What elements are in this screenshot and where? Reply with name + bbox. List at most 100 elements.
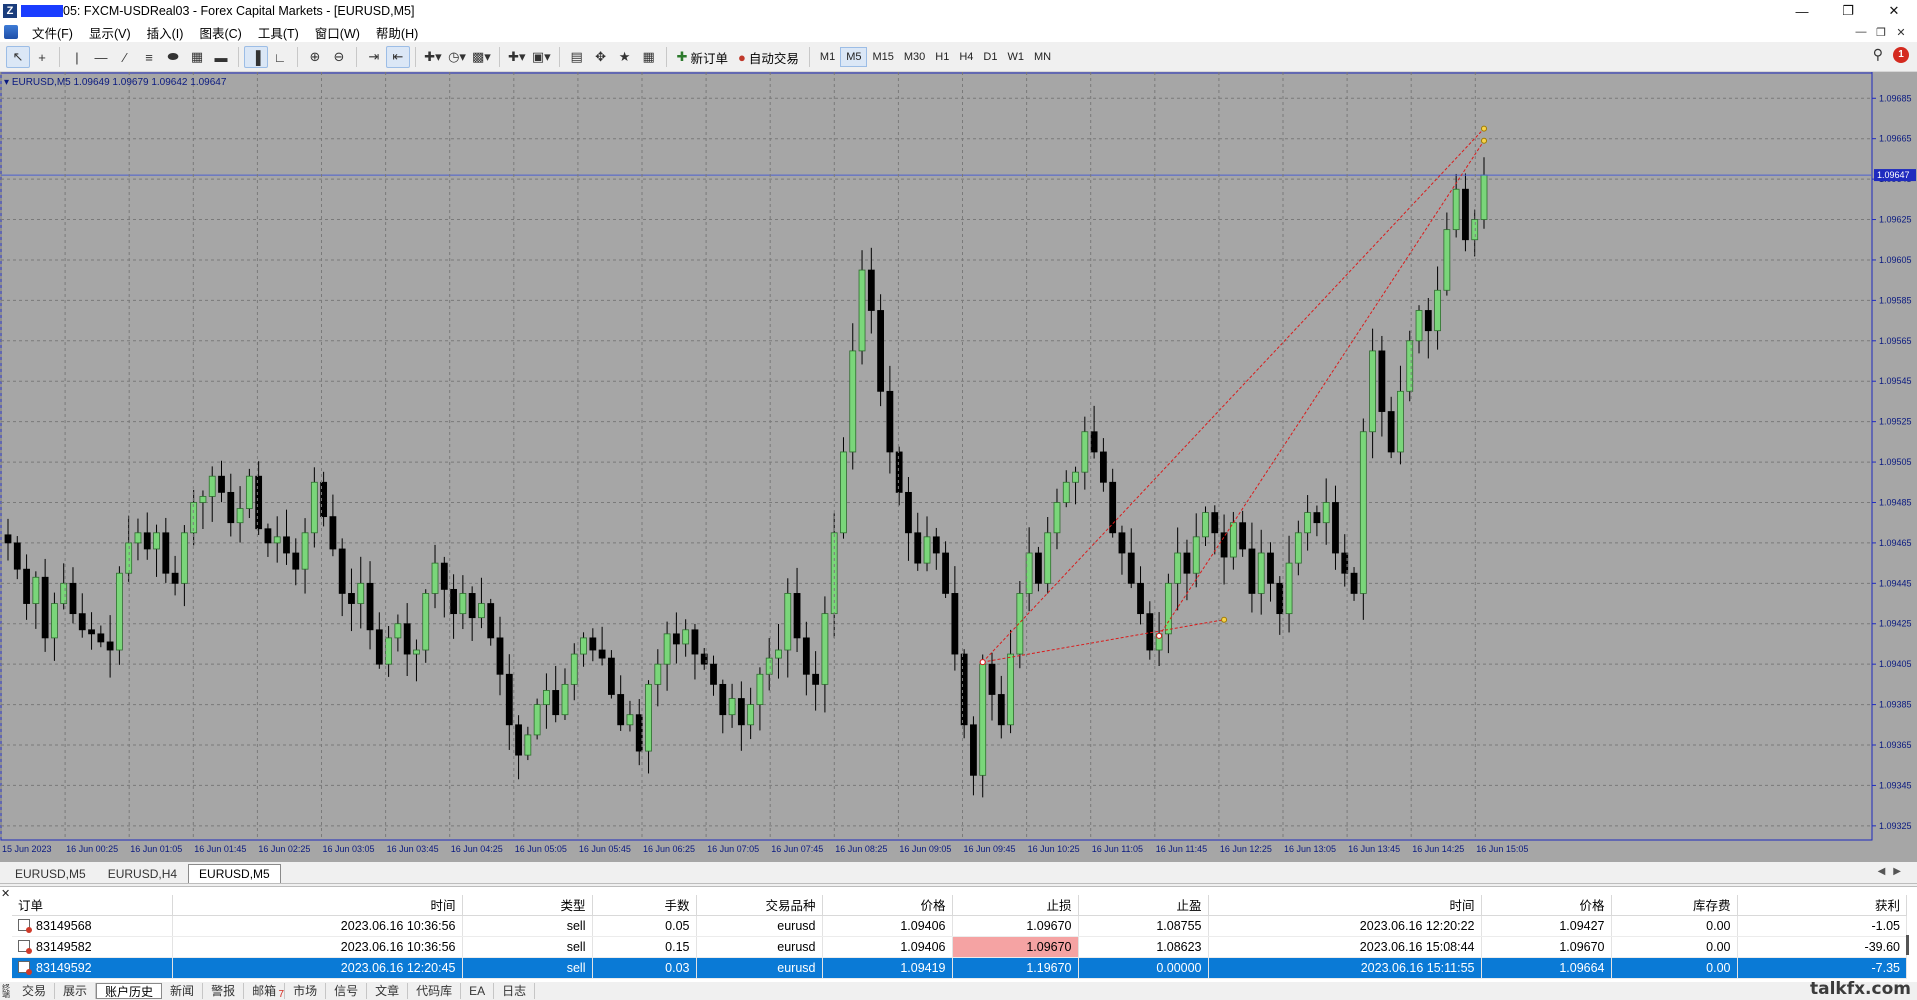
chart-window-icon[interactable] [4, 25, 18, 39]
timeframe-m15[interactable]: M15 [867, 47, 898, 67]
bear-candle [255, 475, 263, 530]
vertical-line-icon[interactable]: | [65, 46, 89, 68]
tab-signals[interactable]: 信号 [326, 983, 368, 999]
menu-insert[interactable]: 插入(I) [139, 23, 192, 42]
menu-help[interactable]: 帮助(H) [368, 23, 426, 42]
col-close-time[interactable]: 时间 [1208, 895, 1482, 916]
new-order-button[interactable]: ✚ 新订单 [672, 46, 733, 68]
rectangle-icon[interactable]: ▬ [209, 46, 233, 68]
crosshair-icon[interactable]: + [30, 46, 54, 68]
timeframe-m30[interactable]: M30 [899, 47, 930, 67]
tab-trade[interactable]: 交易 [14, 983, 56, 999]
tab-news[interactable]: 新闻 [162, 983, 204, 999]
timeframe-h1[interactable]: H1 [930, 47, 954, 67]
col-close-price[interactable]: 价格 [1481, 895, 1612, 916]
menu-file[interactable]: 文件(F) [24, 23, 81, 42]
horizontal-line-icon[interactable]: — [89, 46, 113, 68]
timeframe-h4[interactable]: H4 [954, 47, 978, 67]
templates-icon[interactable]: ▩▾ [469, 46, 494, 68]
lots-cell: 0.05 [592, 915, 697, 937]
table-scrollbar[interactable] [1906, 935, 1909, 955]
chart-tab-eurusd-m5-active[interactable]: EURUSD,M5 [188, 864, 281, 883]
col-tp[interactable]: 止盈 [1078, 895, 1209, 916]
bear-candle [710, 663, 717, 685]
time-tick-label: 16 Jun 14:25 [1412, 844, 1464, 854]
timeframe-w1[interactable]: W1 [1002, 47, 1029, 67]
time-tick-label: 16 Jun 15:05 [1476, 844, 1528, 854]
col-type[interactable]: 类型 [462, 895, 593, 916]
chart-tab-eurusd-m5[interactable]: EURUSD,M5 [4, 864, 97, 883]
timeframe-d1[interactable]: D1 [978, 47, 1002, 67]
closed-order-icon [18, 939, 32, 954]
timeframe-mn[interactable]: MN [1029, 47, 1056, 67]
search-icon[interactable]: ⚲ [1873, 46, 1883, 63]
minimize-icon[interactable]: — [1779, 0, 1825, 22]
tab-articles[interactable]: 文章 [367, 983, 409, 999]
trendline-icon[interactable]: ∕ [113, 46, 137, 68]
market-watch-icon[interactable]: ▤ [565, 46, 589, 68]
bar-chart-icon[interactable]: ▐ [244, 46, 268, 68]
navigator-icon[interactable]: ✥ [589, 46, 613, 68]
line-chart-icon[interactable]: ∟ [268, 46, 292, 68]
price-chart[interactable]: 1.096851.096651.096451.096251.096051.095… [0, 72, 1917, 862]
tab-market[interactable]: 市场 [285, 983, 327, 999]
tab-code-base[interactable]: 代码库 [408, 983, 462, 999]
cursor-icon[interactable]: ↖ [6, 46, 30, 68]
tab-account-history[interactable]: 账户历史 [96, 983, 163, 999]
col-lots[interactable]: 手数 [592, 895, 697, 916]
autoscroll-icon[interactable]: ⇥ [362, 46, 386, 68]
favorites-icon[interactable]: ★ [613, 46, 637, 68]
tab-journal[interactable]: 日志 [494, 983, 536, 999]
chart-restore-icon[interactable]: ❐ [1871, 26, 1891, 39]
fibonacci-icon[interactable]: ▦ [185, 46, 209, 68]
bull-candle [1044, 532, 1052, 584]
tab-exposure[interactable]: 展示 [55, 983, 97, 999]
terminal-icon[interactable]: ▦ [637, 46, 661, 68]
col-order[interactable]: 订单 [12, 895, 173, 916]
profiles-icon[interactable]: ▣▾ [529, 46, 554, 68]
col-swap[interactable]: 库存费 [1611, 895, 1738, 916]
menu-charts[interactable]: 图表(C) [191, 23, 249, 42]
close-icon[interactable]: ✕ [1871, 0, 1917, 22]
table-row[interactable]: 83149582 2023.06.16 10:36:56 sell 0.15 e… [12, 936, 1907, 958]
bear-candle [1350, 572, 1358, 594]
bear-candle [227, 491, 235, 524]
menu-window[interactable]: 窗口(W) [307, 23, 368, 42]
tab-experts[interactable]: EA [461, 983, 495, 999]
bull-candle [821, 613, 829, 685]
toolbar: ↖ + | — ∕ ≡ ⬬ ▦ ▬ ▐ ∟ ⊕ ⊖ ⇥ ⇤ ✚▾ ◷▾ ▩▾ ✚… [0, 43, 1917, 72]
auto-trading-button[interactable]: ● 自动交易 [733, 46, 804, 68]
candlestick-chart[interactable]: 1.096851.096651.096451.096251.096051.095… [0, 72, 1917, 862]
table-row-selected[interactable]: 83149592 2023.06.16 12:20:45 sell 0.03 e… [12, 957, 1907, 979]
tab-mailbox[interactable]: 邮箱 7 [244, 983, 286, 1000]
chart-minimize-icon[interactable]: — [1851, 26, 1871, 38]
tab-scroll-arrows[interactable]: ◀▶ [1878, 866, 1909, 877]
chart-tab-eurusd-h4[interactable]: EURUSD,H4 [97, 864, 188, 883]
notification-badge[interactable]: 1 [1893, 46, 1909, 63]
channel-icon[interactable]: ≡ [137, 46, 161, 68]
col-price[interactable]: 价格 [822, 895, 953, 916]
menu-view[interactable]: 显示(V) [81, 23, 139, 42]
restore-icon[interactable]: ❐ [1825, 0, 1871, 22]
table-row[interactable]: 83149568 2023.06.16 10:36:56 sell 0.05 e… [12, 915, 1907, 937]
indicators-icon[interactable]: ✚▾ [421, 46, 445, 68]
timeframe-m1[interactable]: M1 [815, 47, 840, 67]
zoom-out-icon[interactable]: ⊖ [327, 46, 351, 68]
time-tick-label: 16 Jun 03:45 [387, 844, 439, 854]
col-sl[interactable]: 止损 [952, 895, 1079, 916]
ellipse-icon[interactable]: ⬬ [161, 46, 185, 68]
bear-candle [970, 724, 977, 776]
periods-icon[interactable]: ◷▾ [445, 46, 469, 68]
zoom-in-icon[interactable]: ⊕ [303, 46, 327, 68]
chart-shift-icon[interactable]: ⇤ [386, 46, 410, 68]
tab-alerts[interactable]: 警报 [203, 983, 245, 999]
menu-tools[interactable]: 工具(T) [250, 23, 307, 42]
col-open-time[interactable]: 时间 [172, 895, 463, 916]
new-chart-icon[interactable]: ✚▾ [505, 46, 529, 68]
timeframe-m5[interactable]: M5 [840, 47, 868, 67]
col-profit[interactable]: 获利 [1737, 895, 1907, 916]
chart-close-icon[interactable]: ✕ [1891, 26, 1911, 39]
col-symbol[interactable]: 交易品种 [696, 895, 823, 916]
collapse-arrow-icon[interactable]: ▾ [4, 77, 9, 88]
terminal-close-icon[interactable]: ✕ [1, 887, 10, 900]
